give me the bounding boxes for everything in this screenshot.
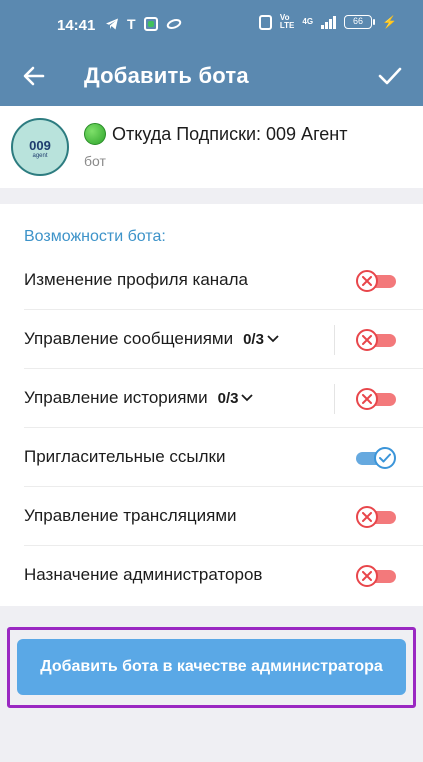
notification-icons: T — [105, 16, 182, 32]
close-icon — [356, 565, 378, 587]
permission-label-text: Управление сообщениями — [24, 329, 234, 348]
add-button-highlight: Добавить бота в качестве администратора — [7, 627, 416, 708]
add-bot-as-admin-button[interactable]: Добавить бота в качестве администратора — [17, 639, 406, 695]
permission-row-add-admins[interactable]: Назначение администраторов — [0, 546, 423, 605]
link-icon — [166, 19, 181, 29]
permission-toggle[interactable] — [356, 506, 396, 528]
permission-label-text: Изменение профиля канала — [24, 270, 248, 289]
permission-label-text: Управление историями — [24, 388, 208, 407]
bot-avatar: 009 agent — [11, 118, 69, 176]
permission-row-invite-links[interactable]: Пригласительные ссылки — [0, 428, 423, 487]
bot-subtitle: бот — [84, 153, 106, 169]
close-icon — [356, 329, 378, 351]
app-square-icon — [143, 17, 158, 31]
close-icon — [356, 270, 378, 292]
battery-icon: 66 — [344, 15, 376, 29]
bot-name-row: Откуда Подписки: 009 Агент — [84, 123, 347, 145]
signal-icon — [321, 15, 337, 29]
close-icon — [356, 506, 378, 528]
status-time: 14:41 — [57, 17, 96, 34]
charging-icon: ⚡ — [382, 15, 397, 29]
nfc-icon — [258, 14, 272, 30]
permission-count[interactable]: 0/3 — [218, 390, 239, 407]
system-icons: Vo LTE 4G 66 ⚡ — [258, 14, 397, 30]
network-type: 4G — [302, 17, 314, 26]
page-title: Добавить бота — [84, 63, 249, 88]
permission-label-text: Управление трансляциями — [24, 506, 237, 525]
permission-row-manage-stories[interactable]: Управление историями 0/3 — [0, 369, 423, 428]
permissions-header: Возможности бота: — [24, 228, 166, 245]
permission-row-edit-profile[interactable]: Изменение профиля канала — [0, 251, 423, 310]
check-icon — [378, 67, 402, 85]
permission-toggle[interactable] — [356, 447, 396, 469]
network-label-2: LTE — [279, 21, 295, 30]
permission-count[interactable]: 0/3 — [243, 331, 264, 348]
bot-name: Откуда Подписки: 009 Агент — [112, 123, 348, 144]
t-app-icon: T — [127, 16, 136, 32]
telegram-icon — [106, 18, 118, 30]
permission-label: Назначение администраторов — [24, 565, 262, 585]
permission-toggle[interactable] — [356, 565, 396, 587]
volte-icon: Vo LTE — [280, 14, 295, 30]
close-icon — [356, 388, 378, 410]
permission-label-text: Пригласительные ссылки — [24, 447, 226, 466]
permission-label: Управление трансляциями — [24, 506, 237, 526]
app-bar: Добавить бота — [0, 48, 423, 106]
permission-label: Изменение профиля канала — [24, 270, 248, 290]
status-bar: 14:41 T Vo LTE 4G 66 ⚡ — [0, 0, 423, 48]
avatar-text: 009 — [29, 138, 51, 153]
confirm-button[interactable] — [372, 58, 408, 94]
permissions-card: Возможности бота: Изменение профиля кана… — [0, 204, 423, 606]
permission-toggle[interactable] — [356, 270, 396, 292]
chevron-down-icon[interactable] — [267, 335, 279, 343]
back-button[interactable] — [16, 58, 52, 94]
check-icon — [374, 447, 396, 469]
avatar-subtext: agent — [32, 153, 48, 159]
permission-label: Управление сообщениями 0/3 — [24, 329, 279, 349]
permission-row-manage-messages[interactable]: Управление сообщениями 0/3 — [0, 310, 423, 369]
permission-toggle[interactable] — [356, 329, 396, 351]
green-circle-icon — [84, 123, 106, 145]
permission-row-manage-streams[interactable]: Управление трансляциями — [0, 487, 423, 546]
permission-toggle[interactable] — [356, 388, 396, 410]
permission-label-text: Назначение администраторов — [24, 565, 263, 584]
arrow-left-icon — [23, 66, 45, 86]
permission-label: Пригласительные ссылки — [24, 447, 226, 467]
chevron-down-icon[interactable] — [241, 394, 254, 402]
permission-label: Управление историями 0/3 — [24, 388, 254, 408]
bot-info-card: 009 agent Откуда Подписки: 009 Агент бот — [0, 106, 423, 188]
